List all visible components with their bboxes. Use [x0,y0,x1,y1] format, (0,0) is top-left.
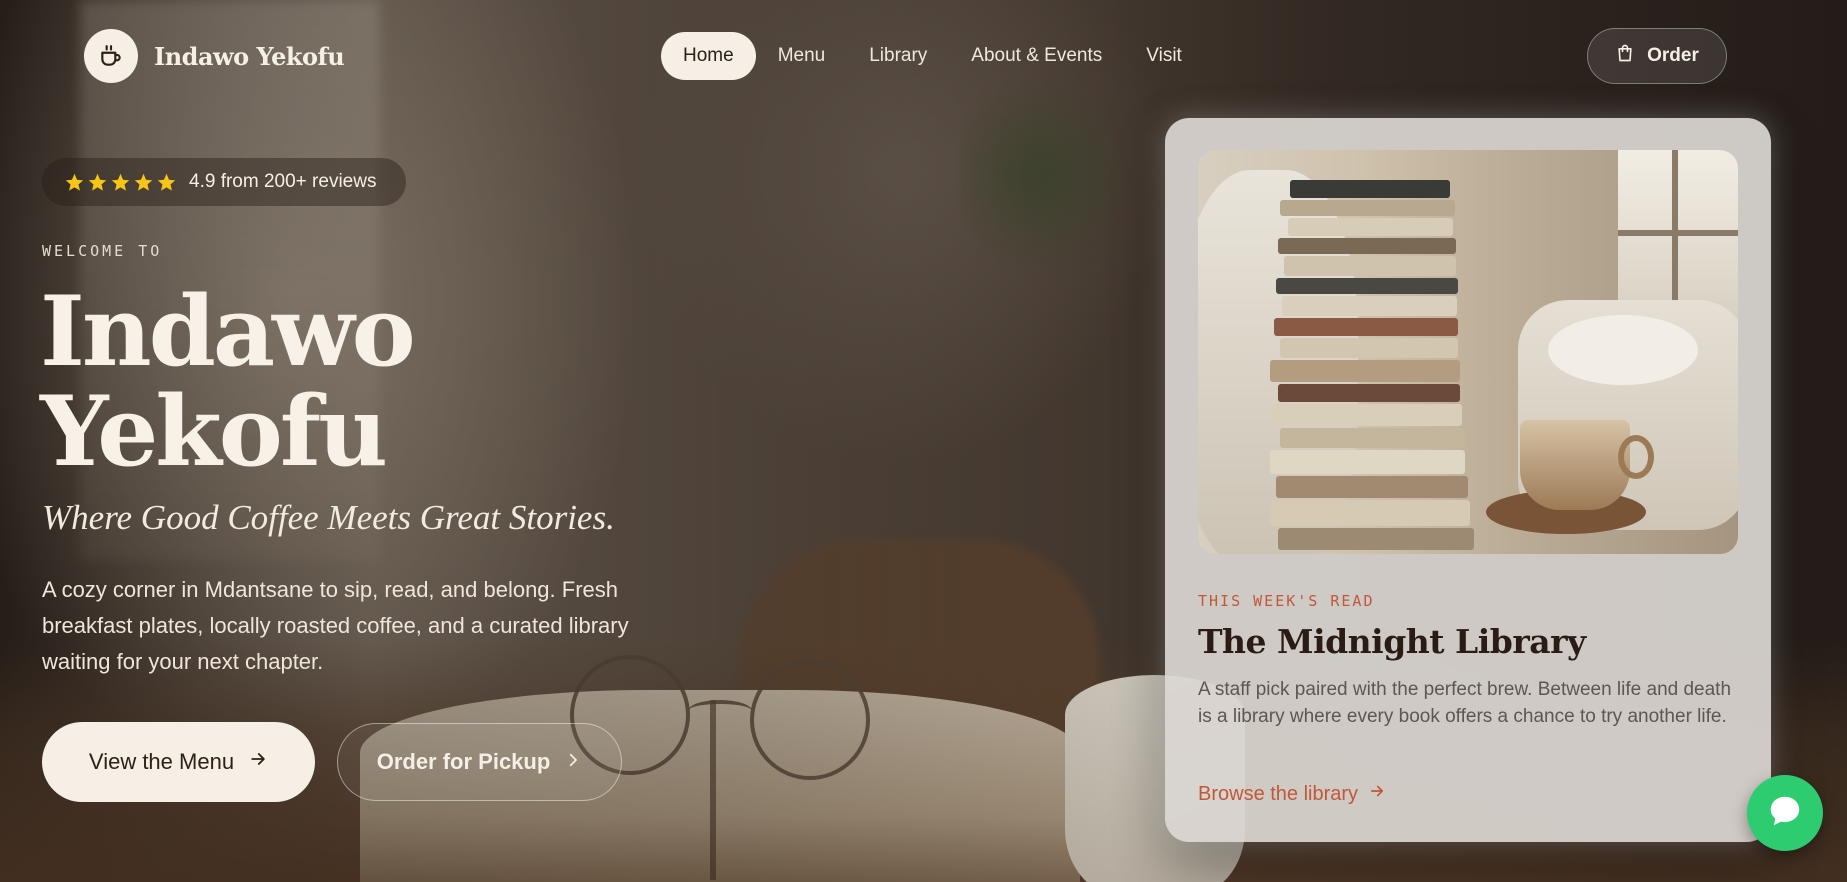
view-menu-button-label: View the Menu [88,749,235,774]
nav-item-home[interactable]: Home [661,32,756,80]
arrow-right-icon [1368,782,1386,806]
star-icon [134,173,153,191]
rating-badge: 4.9 from 200+ reviews [42,158,406,206]
chat-button[interactable] [1747,775,1823,851]
hero-title: Indawo Yekofu [40,275,416,488]
nav-item-menu[interactable]: Menu [756,32,848,80]
card-description: A staff pick paired with the perfect bre… [1198,679,1732,727]
star-icon [111,173,130,191]
chat-bubble-icon [1766,792,1804,835]
hero-title-line-1: Indawo [40,275,416,388]
star-icon [157,173,176,191]
nav-item-about-events[interactable]: About & Events [949,32,1124,80]
star-icon [88,173,107,191]
order-button-label: Order [1647,45,1699,66]
weekly-read-card: THIS WEEK'S READ The Midnight Library A … [1165,118,1771,842]
browse-library-link[interactable]: Browse the library [1198,782,1386,806]
browse-library-label: Browse the library [1198,782,1359,805]
star-rating [64,172,177,193]
order-button[interactable]: Order [1587,28,1727,84]
order-pickup-button[interactable]: Order for Pickup [337,723,622,801]
shopping-bag-icon [1615,43,1635,69]
nav-item-library[interactable]: Library [847,32,949,80]
book-stack-photo [1198,150,1738,554]
card-title: The Midnight Library [1198,622,1586,661]
card-eyebrow: THIS WEEK'S READ [1198,592,1375,610]
hero-eyebrow: WELCOME TO [42,242,163,260]
star-icon [65,173,84,191]
hero-tagline: Where Good Coffee Meets Great Stories. [42,498,615,537]
order-pickup-button-label: Order for Pickup [376,749,551,774]
rating-text: 4.9 from 200+ reviews [189,171,377,192]
coffee-cup-icon [84,29,138,83]
main-nav: Home Menu Library About & Events Visit [661,32,1204,80]
site-header: Indawo Yekofu Home Menu Library About & … [0,0,1847,112]
arrow-right-icon [248,749,268,775]
hero-title-line-2: Yekofu [40,375,388,488]
hero-description: A cozy corner in Mdantsane to sip, read,… [42,577,629,674]
chevron-right-icon [564,749,582,775]
nav-item-visit[interactable]: Visit [1124,32,1204,80]
brand-name: Indawo Yekofu [154,41,345,71]
brand-logo-link[interactable]: Indawo Yekofu [84,29,345,83]
view-menu-button[interactable]: View the Menu [42,722,315,802]
